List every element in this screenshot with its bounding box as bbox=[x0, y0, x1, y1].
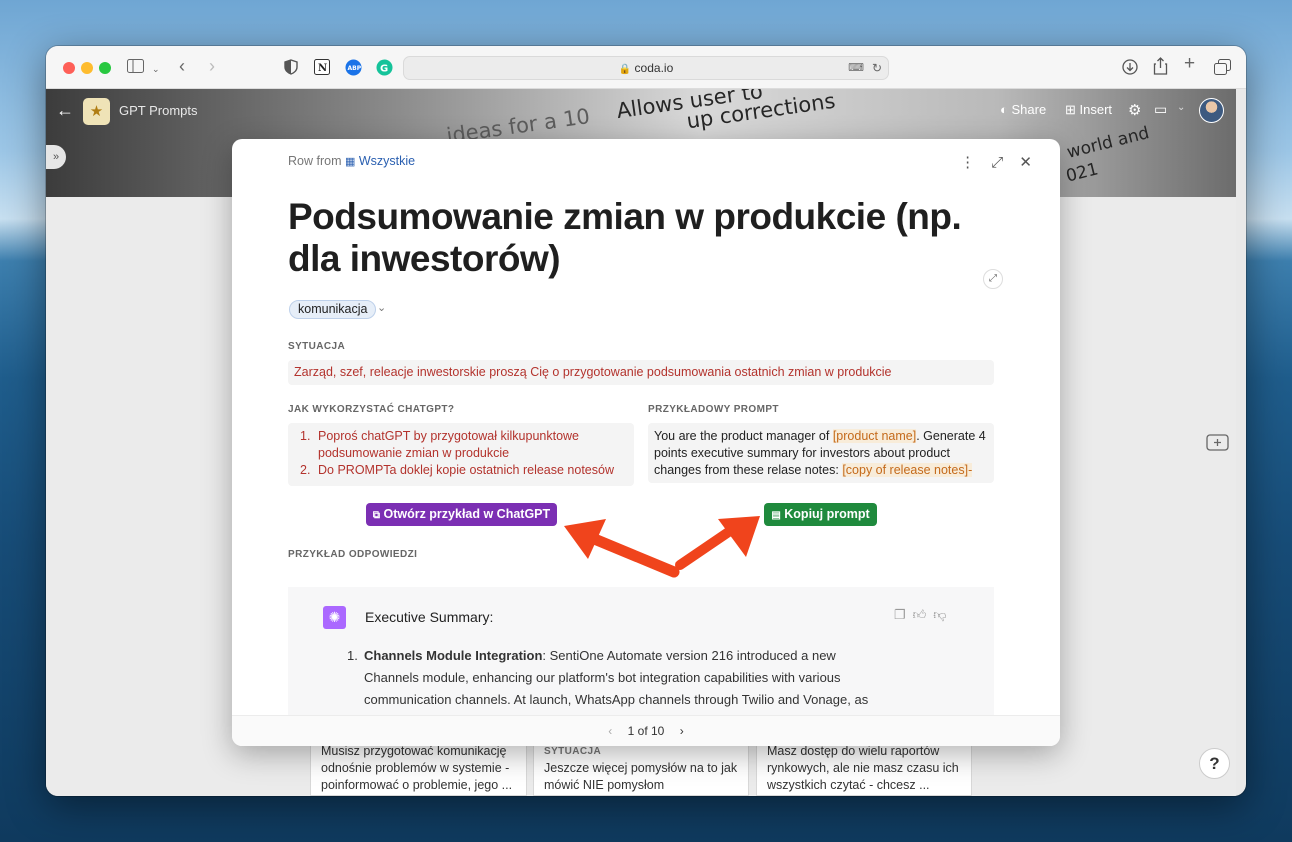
modal-actions: ⋮ ⤢ ✕ bbox=[960, 153, 1032, 171]
next-page-icon[interactable]: › bbox=[680, 724, 684, 738]
chevron-down-icon[interactable]: ⌄ bbox=[1177, 102, 1185, 113]
prompt-field[interactable]: You are the product manager of [product … bbox=[648, 423, 994, 483]
globe-icon: ◐ bbox=[1000, 102, 1008, 117]
source-table-link[interactable]: ▦ Wszystkie bbox=[345, 154, 415, 168]
add-comment-icon[interactable] bbox=[1206, 434, 1229, 459]
chevron-down-icon[interactable]: ⌄ bbox=[377, 301, 386, 314]
pagination: ‹ 1 of 10 › bbox=[232, 715, 1060, 746]
comments-icon[interactable]: ▭ bbox=[1154, 101, 1167, 118]
browser-toolbar: ⌄ ‹ › N ABP G 🔒 coda.io ⌨ ↻ + bbox=[46, 46, 1246, 89]
page-indicator: 1 of 10 bbox=[627, 724, 665, 738]
answer-label: PRZYKŁAD ODPOWIEDZI bbox=[288, 549, 418, 560]
sidebar-icon[interactable] bbox=[127, 59, 144, 77]
situation-label: SYTUACJA bbox=[288, 341, 346, 352]
expand-sidebar-icon[interactable]: » bbox=[46, 145, 66, 169]
banner-text: world and bbox=[1064, 123, 1152, 163]
situation-field[interactable]: Zarząd, szef, releacje inwestorskie pros… bbox=[288, 360, 994, 385]
insert-button[interactable]: ⊞ Insert bbox=[1065, 102, 1112, 118]
avatar[interactable] bbox=[1199, 98, 1224, 123]
annotation-arrow-left bbox=[564, 519, 680, 578]
response-heading: Executive Summary: bbox=[365, 609, 494, 625]
banner-text: 021 bbox=[1064, 159, 1101, 187]
grammarly-icon[interactable]: G bbox=[376, 59, 393, 80]
category-tag[interactable]: komunikacja bbox=[289, 300, 377, 319]
prompt-label: PRZYKŁADOWY PROMPT bbox=[648, 404, 779, 415]
url-text: coda.io bbox=[634, 61, 674, 75]
how-field[interactable]: 1. Poproś chatGPT by przygotował kilkupun… bbox=[288, 423, 634, 486]
response-body: 1. Channels Module Integration: SentiOne… bbox=[347, 648, 869, 707]
address-bar[interactable]: 🔒 coda.io ⌨ ↻ bbox=[403, 56, 889, 80]
response-actions: ❐👍︎👎︎ bbox=[894, 607, 953, 623]
previous-page-icon[interactable]: ‹ bbox=[608, 724, 612, 738]
close-icon[interactable]: ✕ bbox=[1019, 154, 1032, 171]
back-arrow-icon[interactable]: ← bbox=[56, 100, 74, 121]
copy-icon[interactable]: ❐ bbox=[894, 607, 913, 622]
share-icon[interactable] bbox=[1153, 57, 1168, 79]
fullscreen-icon[interactable]: ⤢ bbox=[991, 154, 1003, 171]
share-doc-button[interactable]: ◐ Share bbox=[1000, 102, 1046, 117]
new-tab-icon[interactable]: + bbox=[1184, 54, 1195, 73]
chevron-down-icon[interactable]: ⌄ bbox=[152, 61, 160, 77]
chatgpt-logo-icon: ✺ bbox=[323, 606, 346, 629]
thumbs-up-icon[interactable]: 👍︎ bbox=[913, 607, 934, 622]
download-icon[interactable] bbox=[1122, 59, 1138, 79]
translate-icon[interactable]: ⌨ bbox=[848, 57, 864, 79]
open-in-chatgpt-button[interactable]: ⧉ Otwórz przykład w ChatGPT bbox=[366, 503, 557, 526]
annotation-arrow-right bbox=[675, 516, 760, 570]
tab-overview-icon[interactable] bbox=[1214, 59, 1231, 79]
row-detail-modal: Row from ▦ Wszystkie ⋮ ⤢ ✕ Podsumowanie … bbox=[232, 139, 1060, 746]
row-source: Row from ▦ Wszystkie bbox=[288, 154, 416, 168]
doc-star-icon: ★ bbox=[83, 98, 110, 125]
external-link-icon: ⧉ bbox=[372, 510, 380, 521]
doc-title[interactable]: GPT Prompts bbox=[119, 103, 198, 118]
list-item: 1. Poproś chatGPT by przygotował kilkupun… bbox=[300, 429, 580, 460]
more-options-icon[interactable]: ⋮ bbox=[960, 154, 975, 171]
shield-icon[interactable] bbox=[284, 59, 298, 79]
svg-text:G: G bbox=[380, 64, 388, 75]
adblock-icon[interactable]: ABP bbox=[345, 59, 362, 80]
svg-text:N: N bbox=[318, 63, 327, 74]
list-item: 2. Do PROMPTa doklej kopie ostatnich rele… bbox=[300, 463, 614, 477]
thumbs-down-icon[interactable]: 👎︎ bbox=[933, 607, 953, 622]
lock-icon: 🔒 bbox=[618, 64, 632, 75]
grid-icon: ⊞ bbox=[1065, 102, 1076, 117]
table-icon: ▦ bbox=[344, 156, 356, 168]
back-icon[interactable]: ‹ bbox=[179, 57, 185, 75]
minimize-window-button[interactable] bbox=[81, 62, 93, 74]
response-example: ✺ Executive Summary: ❐👍︎👎︎ 1. Channels M… bbox=[288, 587, 994, 717]
svg-text:ABP: ABP bbox=[348, 65, 362, 72]
clipboard-icon: ▤ bbox=[771, 510, 781, 521]
settings-gear-icon[interactable]: ⚙ bbox=[1128, 101, 1141, 119]
copy-prompt-button[interactable]: ▤ Kopiuj prompt bbox=[764, 503, 877, 526]
close-window-button[interactable] bbox=[63, 62, 75, 74]
forward-icon[interactable]: › bbox=[209, 57, 215, 75]
how-label: JAK WYKORZYSTAĆ CHATGPT? bbox=[288, 404, 455, 415]
zoom-window-button[interactable] bbox=[99, 62, 111, 74]
expand-icon[interactable]: ⤢ bbox=[983, 269, 1003, 289]
page-title[interactable]: Podsumowanie zmian w produkcie (np. dla … bbox=[288, 196, 988, 280]
notion-icon[interactable]: N bbox=[314, 59, 330, 79]
help-button[interactable]: ? bbox=[1199, 748, 1230, 779]
reload-icon[interactable]: ↻ bbox=[872, 57, 882, 79]
